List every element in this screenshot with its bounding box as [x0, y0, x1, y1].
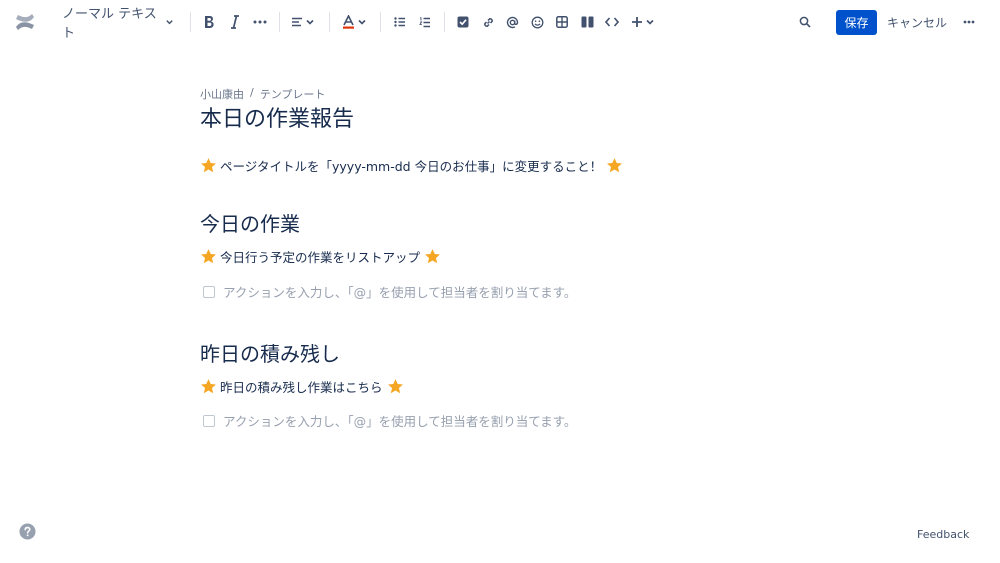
toolbar-divider	[444, 12, 445, 32]
table-icon	[556, 16, 568, 28]
chevron-down-icon	[306, 19, 314, 25]
star-emoji-icon	[607, 158, 623, 173]
star-emoji-icon	[201, 158, 216, 173]
search-icon	[799, 16, 811, 28]
code-icon	[605, 17, 619, 27]
star-emoji-icon	[201, 379, 216, 394]
emoji-icon	[531, 16, 543, 28]
action-item-yesterday[interactable]: アクションを入力し、「@」を使用して担当者を割り当てます。	[203, 411, 576, 430]
section-note-text: 昨日の積み残し作業はこちら	[220, 380, 383, 395]
italic-icon	[231, 15, 239, 29]
section-heading-yesterday[interactable]: 昨日の積み残し	[200, 338, 340, 367]
intro-text: ページタイトルを「yyyy-mm-dd 今日のお仕事」に変更すること！	[220, 159, 603, 174]
more-options-button[interactable]	[960, 10, 978, 34]
checkbox-icon	[457, 16, 469, 28]
toolbar-divider	[190, 12, 191, 32]
toolbar-divider	[380, 12, 381, 32]
bold-icon	[205, 16, 214, 28]
action-item-checkbox[interactable]	[203, 285, 215, 298]
more-formatting-button[interactable]	[251, 10, 269, 34]
chevron-down-icon	[357, 19, 366, 25]
action-item-checkbox[interactable]	[203, 414, 215, 427]
section-note-today[interactable]: 今日行う予定の作業をリストアップ	[200, 247, 441, 266]
breadcrumb-separator: /	[250, 86, 254, 99]
mention-button[interactable]	[503, 10, 521, 34]
confluence-logo-icon[interactable]	[14, 11, 36, 33]
alignment-dropdown[interactable]	[289, 10, 317, 34]
feedback-button[interactable]: Feedback	[917, 528, 969, 541]
numbered-list-icon	[419, 16, 430, 27]
text-color-icon	[342, 15, 354, 29]
layouts-button[interactable]	[578, 10, 596, 34]
cancel-button[interactable]: キャンセル	[886, 10, 948, 35]
star-emoji-icon	[425, 249, 440, 264]
search-button[interactable]	[796, 10, 814, 34]
action-item-placeholder: アクションを入力し、「@」を使用して担当者を割り当てます。	[223, 285, 577, 300]
bullet-list-icon	[394, 17, 405, 27]
at-mention-icon	[506, 16, 518, 28]
help-icon[interactable]	[19, 523, 36, 540]
text-style-dropdown[interactable]: ノーマル テキスト	[62, 7, 174, 41]
insert-more-dropdown[interactable]	[629, 10, 657, 34]
breadcrumb: 小山康由 / テンプレート	[200, 86, 325, 102]
more-horizontal-icon	[963, 20, 975, 24]
code-block-button[interactable]	[603, 10, 621, 34]
link-button[interactable]	[479, 10, 497, 34]
intro-paragraph[interactable]: ページタイトルを「yyyy-mm-dd 今日のお仕事」に変更すること！	[200, 156, 623, 175]
bullet-list-button[interactable]	[391, 10, 409, 34]
chevron-down-icon	[646, 19, 654, 25]
editor-toolbar: ノーマル テキスト 保存 キャンセル	[0, 0, 1000, 44]
table-button[interactable]	[553, 10, 571, 34]
save-button[interactable]: 保存	[836, 10, 877, 35]
breadcrumb-parent-link[interactable]: テンプレート	[260, 86, 326, 102]
link-icon	[483, 17, 493, 27]
toolbar-divider	[329, 12, 330, 32]
toolbar-divider	[279, 12, 280, 32]
more-horizontal-icon	[253, 20, 267, 24]
action-item-today[interactable]: アクションを入力し、「@」を使用して担当者を割り当てます。	[203, 282, 576, 301]
section-note-text: 今日行う予定の作業をリストアップ	[220, 250, 421, 265]
numbered-list-button[interactable]	[416, 10, 434, 34]
align-left-icon	[292, 17, 302, 27]
plus-icon	[632, 17, 642, 27]
breadcrumb-space-link[interactable]: 小山康由	[200, 86, 244, 102]
page-title-input[interactable]: 本日の作業報告	[200, 101, 354, 133]
columns-layout-icon	[581, 16, 593, 28]
action-item-button[interactable]	[454, 10, 472, 34]
star-emoji-icon	[387, 379, 403, 394]
star-emoji-icon	[201, 249, 216, 264]
section-heading-today[interactable]: 今日の作業	[200, 208, 300, 237]
bold-button[interactable]	[201, 10, 217, 34]
section-note-yesterday[interactable]: 昨日の積み残し作業はこちら	[200, 377, 404, 396]
italic-button[interactable]	[227, 10, 243, 34]
text-style-label: ノーマル テキスト	[62, 7, 157, 41]
text-color-dropdown[interactable]	[340, 10, 368, 34]
action-item-placeholder: アクションを入力し、「@」を使用して担当者を割り当てます。	[223, 414, 577, 429]
emoji-button[interactable]	[528, 10, 546, 34]
chevron-down-icon	[166, 20, 173, 25]
